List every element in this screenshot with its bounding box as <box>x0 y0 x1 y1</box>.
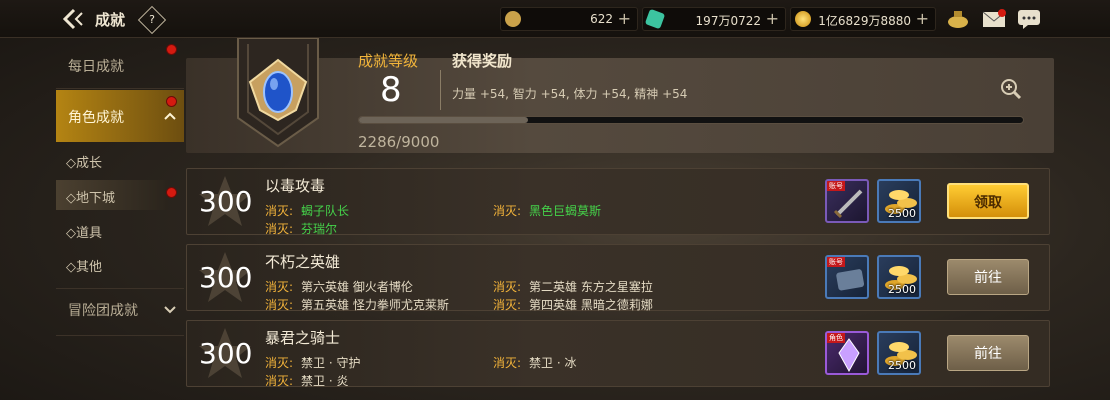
level-value: 8 <box>380 70 402 110</box>
currency-coin: 622 + <box>500 7 638 31</box>
achievement-points: 300 <box>199 185 253 218</box>
achievement-task: 消灭: 禁卫 · 炎 <box>265 374 349 388</box>
achievement-task: 消灭: 禁卫 · 守护 <box>265 356 361 370</box>
level-progress-bar <box>358 116 1024 124</box>
notification-dot <box>166 96 177 107</box>
reward-item-stone[interactable]: 账号 <box>825 255 869 299</box>
achievement-title: 不朽之英雄 <box>265 253 341 271</box>
go-button[interactable]: 前往 <box>947 259 1029 295</box>
divider <box>56 88 184 89</box>
achievement-row: 300 暴君之骑士 消灭: 禁卫 · 守护 消灭: 禁卫 · 冰 消灭: 禁卫 · 炎… <box>186 320 1050 388</box>
sidebar-subitem-growth[interactable]: ◇成长 <box>56 145 168 175</box>
achievement-task: 消灭: 第四英雄 黑暗之德莉娜 <box>493 298 653 312</box>
achievement-title: 以毒攻毒 <box>265 177 326 195</box>
achievement-points: 300 <box>199 337 253 370</box>
achievement-task: 消灭: 第二英雄 东方之星塞拉 <box>493 280 653 294</box>
zoom-in-icon[interactable] <box>1000 78 1022 100</box>
achievement-task: 消灭: 禁卫 · 冰 <box>493 356 577 370</box>
coin-c-icon <box>505 11 521 27</box>
sidebar-subitem-other[interactable]: ◇其他 <box>56 249 168 279</box>
claim-button[interactable]: 领取 <box>947 183 1029 219</box>
chat-icon[interactable] <box>1017 8 1041 30</box>
achievement-task: 消灭: 蝎子队长 <box>265 204 350 218</box>
divider <box>56 288 184 289</box>
page-title: 成就 <box>95 11 126 29</box>
level-label: 成就等级 <box>358 52 419 70</box>
help-button[interactable]: ? <box>137 5 167 35</box>
sidebar-subitem-dungeon[interactable]: ◇地下城 <box>56 180 168 210</box>
go-button[interactable]: 前往 <box>947 335 1029 371</box>
divider <box>56 335 184 336</box>
sidebar: 每日成就 角色成就 ◇成长 ◇地下城 ◇道具 ◇其他 冒险团成就 <box>56 38 184 400</box>
achievement-task: 消灭: 第五英雄 怪力拳师尤克莱斯 <box>265 298 449 312</box>
back-arrow-icon[interactable] <box>62 7 88 31</box>
chevron-down-icon <box>164 306 176 314</box>
reward-item-gold[interactable]: 2500 <box>877 255 921 299</box>
reward-text: 力量 +54, 智力 +54, 体力 +54, 精神 +54 <box>452 87 688 101</box>
achievement-points: 300 <box>199 261 253 294</box>
mail-icon[interactable] <box>982 8 1006 30</box>
top-bar: 成就 ? 622 + 197万0722 + 1亿6829万8880 + <box>0 0 1110 38</box>
sidebar-subitem-label: ◇成长 <box>66 156 102 171</box>
currency-gem: 197万0722 + <box>642 7 786 31</box>
achievement-task: 消灭: 第六英雄 御火者博伦 <box>265 280 413 294</box>
chevron-up-icon <box>164 112 176 120</box>
reward-item-gold[interactable]: 2500 <box>877 331 921 375</box>
currency-value: 622 <box>590 12 613 26</box>
progress-text: 2286/9000 <box>358 133 440 151</box>
achievement-row: 300 不朽之英雄 消灭: 第六英雄 御火者博伦 消灭: 第二英雄 东方之星塞拉 消… <box>186 244 1050 312</box>
sidebar-item-label: 冒险团成就 <box>68 303 138 319</box>
green-gem-icon <box>644 8 666 30</box>
sidebar-subitem-label: ◇其他 <box>66 260 102 275</box>
divider <box>440 70 441 110</box>
help-label: ? <box>149 13 155 26</box>
reward-label: 获得奖励 <box>452 52 513 70</box>
sidebar-item-label: 角色成就 <box>68 110 124 126</box>
notification-dot <box>166 187 177 198</box>
achievement-row: 300 以毒攻毒 消灭: 蝎子队长 消灭: 黑色巨蝎莫斯 消灭: 芬瑞尔 账号 250… <box>186 168 1050 236</box>
gold-coin-icon <box>795 11 811 27</box>
add-currency-button[interactable]: + <box>916 9 929 28</box>
sidebar-item-label: 每日成就 <box>68 59 124 75</box>
sidebar-subitem-label: ◇地下城 <box>66 191 115 206</box>
reward-item-sword[interactable]: 账号 <box>825 179 869 223</box>
achievement-emblem-icon <box>218 37 338 153</box>
progress-fill <box>359 117 528 123</box>
shop-pot-icon[interactable] <box>946 8 970 30</box>
sidebar-item-character[interactable]: 角色成就 <box>56 90 184 142</box>
sidebar-subitem-label: ◇道具 <box>66 226 102 241</box>
achievement-title: 暴君之骑士 <box>265 329 341 347</box>
currency-value: 197万0722 <box>695 14 761 28</box>
sidebar-subitem-items[interactable]: ◇道具 <box>56 215 168 245</box>
sidebar-item-daily[interactable]: 每日成就 <box>56 48 184 82</box>
currency-value: 1亿6829万8880 <box>818 14 911 28</box>
add-currency-button[interactable]: + <box>766 9 779 28</box>
notification-dot <box>166 44 177 55</box>
currency-gold: 1亿6829万8880 + <box>790 7 936 31</box>
achievement-task: 消灭: 黑色巨蝎莫斯 <box>493 204 602 218</box>
reward-item-crystal[interactable]: 角色 <box>825 331 869 375</box>
achievement-task: 消灭: 芬瑞尔 <box>265 222 338 236</box>
reward-item-gold[interactable]: 2500 <box>877 179 921 223</box>
sidebar-item-adventure[interactable]: 冒险团成就 <box>56 296 184 330</box>
add-currency-button[interactable]: + <box>618 9 631 28</box>
